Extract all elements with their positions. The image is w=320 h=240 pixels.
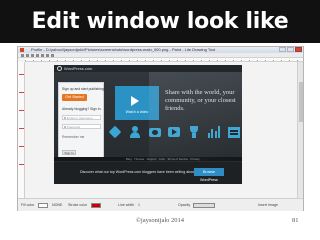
ruler-marker <box>19 74 24 75</box>
scroll-thumb[interactable] <box>299 82 303 122</box>
site-header: WordPress.com <box>54 65 242 72</box>
trophy-icon <box>188 126 200 138</box>
line-width-label: Line width <box>118 203 135 207</box>
camera-icon <box>148 127 161 137</box>
close-button[interactable] <box>295 47 302 52</box>
text-tool-icon[interactable] <box>46 53 49 57</box>
tag-icon <box>108 125 122 139</box>
slide-title-banner: Edit window look like <box>0 0 320 43</box>
discover-strip: Discover what our top WordPress.com blog… <box>54 162 242 184</box>
rect-tool-icon[interactable] <box>36 53 39 57</box>
username-placeholder: Email or Username <box>67 116 93 120</box>
slide-footer-credit: ©jaysonijalo 2014 <box>135 217 185 224</box>
footer-links[interactable]: Blog · Themes · Support · Jobs · Terms o… <box>126 157 200 161</box>
opacity-label: Opacity <box>178 203 191 207</box>
properties-bar: Fill color NONE Stroke color Line width … <box>18 198 303 211</box>
canvas-screenshot[interactable]: WordPress.com Sign up and start publishi… <box>54 65 242 184</box>
insert-image-button[interactable]: Insert Image <box>258 199 278 212</box>
horizontal-ruler <box>25 58 303 62</box>
stroke-color-label: Stroke color <box>68 203 88 207</box>
ruler-marker <box>19 128 24 129</box>
person-icon <box>129 126 141 138</box>
password-field[interactable]: Password <box>62 124 101 129</box>
browse-wordpress-button[interactable]: Browse WordPress <box>194 168 224 182</box>
zoom-tool-icon[interactable] <box>51 53 54 57</box>
video-icon <box>168 127 181 137</box>
sign-in-button[interactable]: Sign In <box>62 150 76 155</box>
select-tool-icon[interactable] <box>21 53 24 57</box>
watch-video-tile[interactable]: Watch a video <box>115 86 159 120</box>
hero-background: Sign up and start publishing now. Get St… <box>54 72 242 162</box>
paint-editor-window: Profile - D:\yahoo\\jaysonijalo\\Picture… <box>17 46 304 211</box>
ruler-marker <box>19 164 24 165</box>
hero-tagline: Share with the world, your community, or… <box>165 89 236 112</box>
fill-color-swatch[interactable] <box>38 203 48 208</box>
stroke-color-swatch[interactable] <box>91 203 101 208</box>
slide-page-number: 81 <box>292 217 299 224</box>
password-placeholder: Password <box>67 125 81 129</box>
line-width-value[interactable]: 1 <box>138 199 140 212</box>
line-tool-icon[interactable] <box>31 53 34 57</box>
window-title: Profile - D:\yahoo\\jaysonijalo\\Picture… <box>31 47 216 52</box>
discover-text: Discover what our top WordPress.com blog… <box>80 170 197 174</box>
ruler-marker <box>19 146 24 147</box>
username-field[interactable]: Email or Username <box>62 115 101 120</box>
signup-heading: Sign up and start publishing now. <box>62 87 112 91</box>
remember-me-checkbox[interactable]: Remember me <box>62 135 84 139</box>
vertical-ruler <box>18 62 25 198</box>
app-icon <box>20 48 24 52</box>
vertical-scrollbar[interactable] <box>297 62 303 198</box>
opacity-slider[interactable] <box>193 203 215 208</box>
maximize-button[interactable] <box>287 47 294 52</box>
ruler-marker <box>19 110 24 111</box>
ruler-marker <box>19 92 24 93</box>
minimize-button[interactable] <box>279 47 286 52</box>
building-icon <box>227 126 240 138</box>
feature-icon-row <box>108 123 240 141</box>
site-footer: Blog · Themes · Support · Jobs · Terms o… <box>54 157 242 161</box>
slide-title: Edit window look like <box>31 9 289 34</box>
chart-icon <box>208 126 221 138</box>
play-icon <box>131 96 139 106</box>
already-blogging-text: Already blogging? Sign in. <box>62 107 102 111</box>
ellipse-tool-icon[interactable] <box>41 53 44 57</box>
lock-icon <box>64 126 66 128</box>
pencil-tool-icon[interactable] <box>26 53 29 57</box>
user-icon <box>64 117 66 119</box>
wordpress-logo-icon <box>57 66 62 71</box>
get-started-button[interactable]: Get Started <box>62 94 87 101</box>
fill-color-value: NONE <box>52 203 63 207</box>
site-brand: WordPress.com <box>64 66 93 71</box>
video-label: Watch a video <box>125 110 149 114</box>
fill-color-label: Fill color <box>21 203 35 207</box>
signup-panel: Sign up and start publishing now. Get St… <box>58 82 112 160</box>
